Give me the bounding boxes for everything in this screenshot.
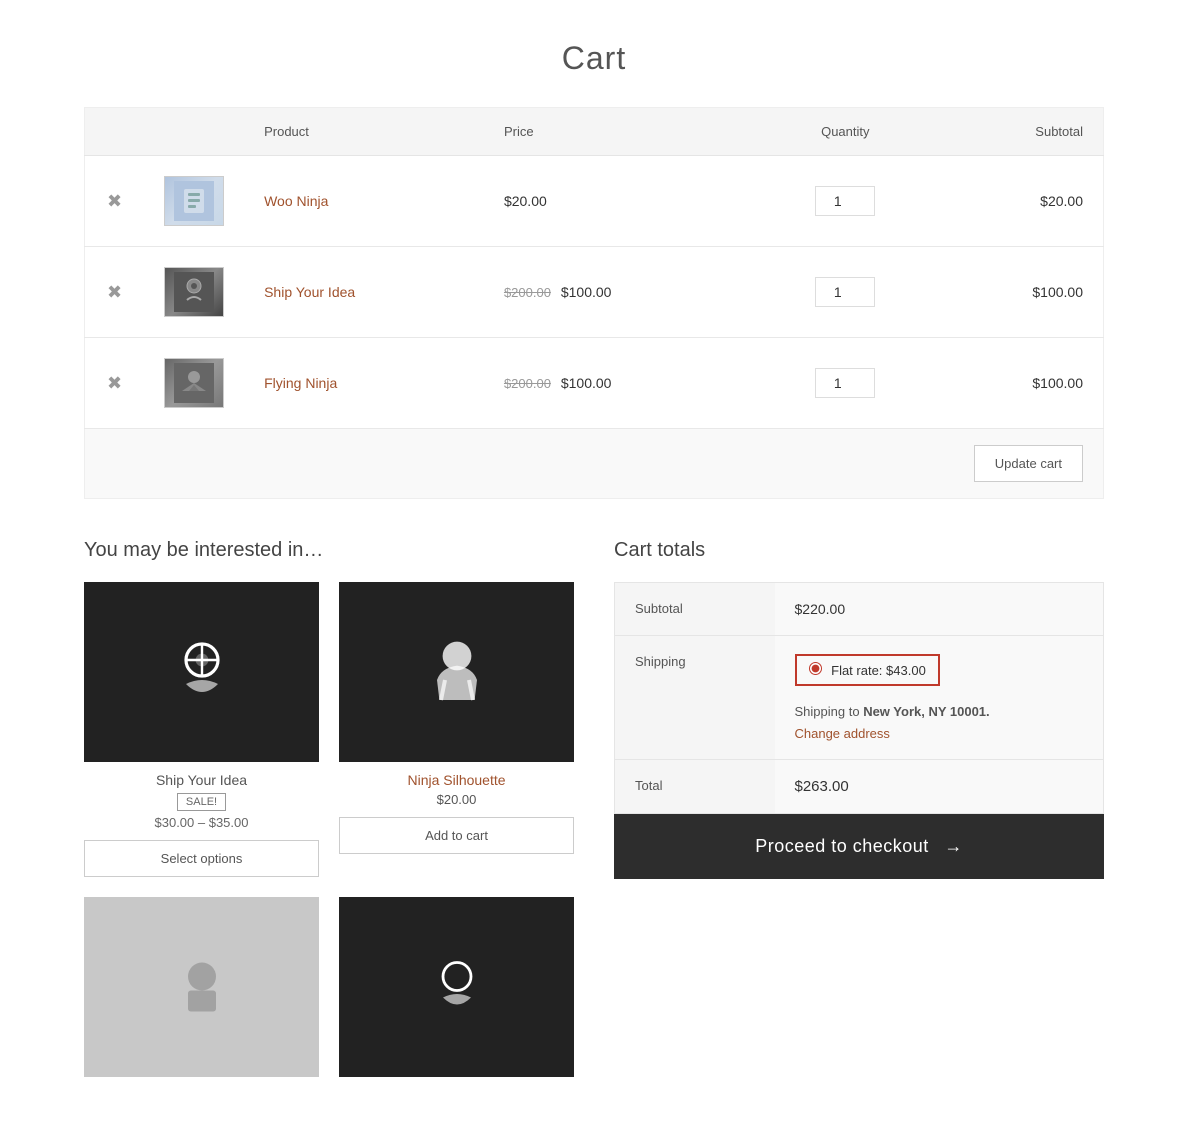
flat-rate-label: Flat rate: $43.00 bbox=[831, 663, 926, 678]
col-subtotal-header: Subtotal bbox=[937, 108, 1104, 156]
col-price-header: Price bbox=[484, 108, 754, 156]
image-cell bbox=[144, 156, 244, 247]
total-row: Total $263.00 bbox=[615, 760, 1104, 814]
image-cell bbox=[144, 338, 244, 429]
checkout-label: Proceed to checkout bbox=[755, 836, 929, 856]
qty-cell bbox=[754, 338, 937, 429]
shipping-to-text: Shipping to New York, NY 10001. bbox=[795, 704, 1084, 719]
ship-your-idea-link[interactable]: Ship Your Idea bbox=[264, 284, 355, 300]
cart-totals: Cart totals Subtotal $220.00 Shipping bbox=[614, 539, 1104, 879]
flying-sale-price: $100.00 bbox=[561, 375, 612, 391]
cart-actions-cell: Update cart bbox=[85, 429, 1104, 499]
woo-ninja-2-icon bbox=[167, 952, 237, 1022]
totals-table: Subtotal $220.00 Shipping Flat rate: $43… bbox=[614, 582, 1104, 814]
ninja-silhouette-card-image bbox=[339, 582, 574, 762]
product-name-cell: Ship Your Idea bbox=[244, 247, 484, 338]
woo-ninja-link[interactable]: Woo Ninja bbox=[264, 193, 328, 209]
price-cell: $200.00 $100.00 bbox=[484, 338, 754, 429]
ship-qty-input[interactable] bbox=[815, 277, 875, 307]
product-name-cell: Woo Ninja bbox=[244, 156, 484, 247]
update-cart-button[interactable]: Update cart bbox=[974, 445, 1083, 482]
subtotal-cell: $100.00 bbox=[937, 338, 1104, 429]
col-remove-header bbox=[85, 108, 145, 156]
main-content: Product Price Quantity Subtotal ✖ bbox=[44, 107, 1144, 1127]
bottom-section: You may be interested in… Ship Your Idea bbox=[84, 539, 1104, 1087]
col-qty-header: Quantity bbox=[754, 108, 937, 156]
add-to-cart-button[interactable]: Add to cart bbox=[339, 817, 574, 854]
ninja-silhouette-icon bbox=[417, 632, 497, 712]
product-name-cell: Flying Ninja bbox=[244, 338, 484, 429]
ship-sale-price: $100.00 bbox=[561, 284, 612, 300]
woo-ninja-price: $20.00 bbox=[504, 193, 547, 209]
product-card-ship-2 bbox=[339, 897, 574, 1087]
ninja-silhouette-price: $20.00 bbox=[339, 792, 574, 807]
product-card-woo-ninja-2 bbox=[84, 897, 319, 1087]
ship-2-icon bbox=[422, 952, 492, 1022]
flat-rate-option[interactable]: Flat rate: $43.00 bbox=[795, 654, 940, 686]
woo-ninja-thumb-icon bbox=[174, 181, 214, 221]
price-cell: $200.00 $100.00 bbox=[484, 247, 754, 338]
ship-2-image bbox=[339, 897, 574, 1077]
change-address-link[interactable]: Change address bbox=[795, 726, 890, 741]
ship-your-idea-thumb-icon bbox=[174, 272, 214, 312]
col-product-header: Product bbox=[244, 108, 484, 156]
cart-table: Product Price Quantity Subtotal ✖ bbox=[84, 107, 1104, 499]
cart-row-woo-ninja: ✖ Woo Ninja bbox=[85, 156, 1104, 247]
shipping-label: Shipping bbox=[615, 636, 775, 760]
col-image-header bbox=[144, 108, 244, 156]
flying-ninja-link[interactable]: Flying Ninja bbox=[264, 375, 337, 391]
remove-cell: ✖ bbox=[85, 338, 145, 429]
remove-cell: ✖ bbox=[85, 247, 145, 338]
product-card-ninja-silhouette: Ninja Silhouette $20.00 Add to cart bbox=[339, 582, 574, 877]
subtotal-value: $220.00 bbox=[775, 583, 1104, 636]
page-title: Cart bbox=[0, 0, 1188, 107]
shipping-cell: Flat rate: $43.00 Shipping to New York, … bbox=[775, 636, 1104, 760]
select-options-button[interactable]: Select options bbox=[84, 840, 319, 877]
shipping-row: Shipping Flat rate: $43.00 Shipping to bbox=[615, 636, 1104, 760]
flying-qty-input[interactable] bbox=[815, 368, 875, 398]
woo-ninja-2-image bbox=[84, 897, 319, 1077]
products-grid-row2 bbox=[84, 897, 574, 1087]
woo-ninja-qty-input[interactable] bbox=[815, 186, 875, 216]
remove-ship-button[interactable]: ✖ bbox=[105, 281, 124, 303]
flat-rate-radio[interactable] bbox=[809, 662, 822, 675]
subtotal-row: Subtotal $220.00 bbox=[615, 583, 1104, 636]
interested-section: You may be interested in… Ship Your Idea bbox=[84, 539, 574, 1087]
ship-original-price: $200.00 bbox=[504, 285, 551, 300]
ninja-silhouette-name: Ninja Silhouette bbox=[339, 772, 574, 788]
ship-card-name: Ship Your Idea bbox=[84, 772, 319, 788]
image-cell bbox=[144, 247, 244, 338]
products-grid: Ship Your Idea SALE! $30.00 – $35.00 Sel… bbox=[84, 582, 574, 877]
ship-card-icon bbox=[162, 632, 242, 712]
subtotal-cell: $20.00 bbox=[937, 156, 1104, 247]
ship-card-image bbox=[84, 582, 319, 762]
checkout-arrow-icon: → bbox=[944, 836, 963, 856]
flying-original-price: $200.00 bbox=[504, 376, 551, 391]
price-cell: $20.00 bbox=[484, 156, 754, 247]
flying-ninja-thumb bbox=[164, 358, 224, 408]
proceed-to-checkout-button[interactable]: Proceed to checkout → bbox=[614, 814, 1104, 879]
product-card-ship: Ship Your Idea SALE! $30.00 – $35.00 Sel… bbox=[84, 582, 319, 877]
cart-actions-row: Update cart bbox=[85, 429, 1104, 499]
remove-woo-ninja-button[interactable]: ✖ bbox=[105, 190, 124, 212]
cart-row-ship-your-idea: ✖ Ship Your Idea $ bbox=[85, 247, 1104, 338]
subtotal-cell: $100.00 bbox=[937, 247, 1104, 338]
cart-row-flying-ninja: ✖ Flying Ninja $20 bbox=[85, 338, 1104, 429]
total-value: $263.00 bbox=[775, 760, 1104, 814]
flying-ninja-thumb-icon bbox=[174, 363, 214, 403]
ship-price-range: $30.00 – $35.00 bbox=[84, 815, 319, 830]
ship-your-idea-thumb bbox=[164, 267, 224, 317]
ship-sale-badge: SALE! bbox=[177, 793, 226, 811]
interested-title: You may be interested in… bbox=[84, 539, 574, 562]
qty-cell bbox=[754, 247, 937, 338]
shipping-location: New York, NY 10001. bbox=[863, 704, 989, 719]
remove-flying-button[interactable]: ✖ bbox=[105, 372, 124, 394]
remove-cell: ✖ bbox=[85, 156, 145, 247]
woo-ninja-thumb bbox=[164, 176, 224, 226]
total-label: Total bbox=[615, 760, 775, 814]
qty-cell bbox=[754, 156, 937, 247]
cart-totals-title: Cart totals bbox=[614, 539, 1104, 562]
subtotal-label: Subtotal bbox=[615, 583, 775, 636]
